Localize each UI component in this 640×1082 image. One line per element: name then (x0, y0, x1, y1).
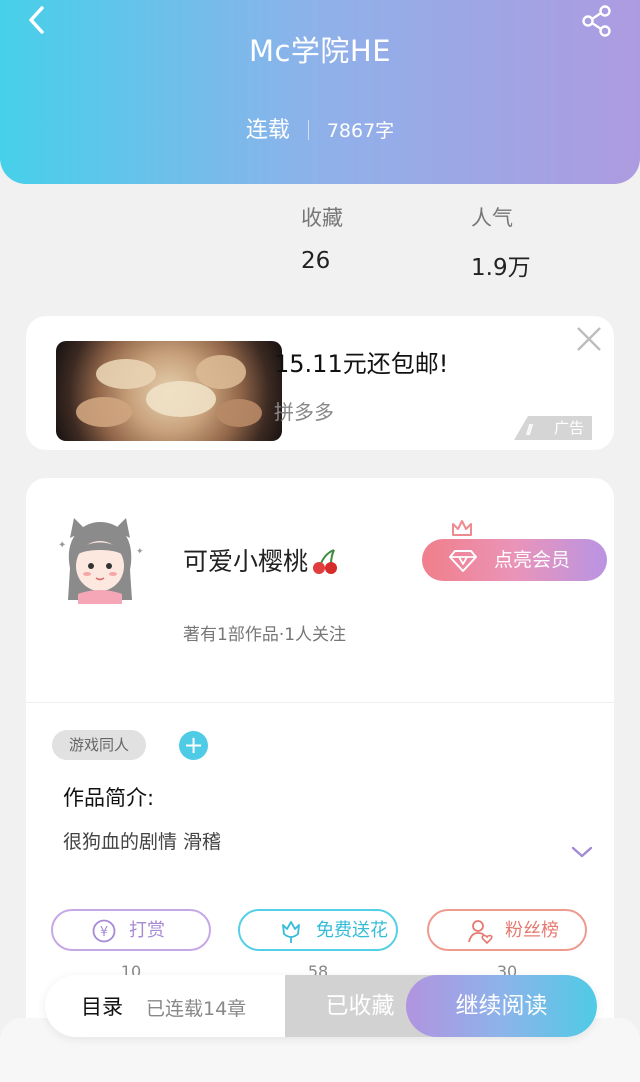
intro-text: 很狗血的剧情 滑稽 (63, 831, 222, 853)
food-piece (196, 355, 246, 389)
ad-logo-icon: /// (526, 423, 533, 438)
fans-ranking-button[interactable]: 粉丝榜 (427, 909, 587, 951)
fans-label: 粉丝榜 (505, 920, 559, 941)
svg-text:✦: ✦ (58, 540, 66, 551)
favorites-label: 收藏 (301, 206, 343, 230)
food-piece (146, 381, 216, 417)
flower-icon (282, 921, 300, 943)
author-name[interactable]: 可爱小樱桃 (183, 542, 340, 578)
add-tag-button[interactable]: + (179, 731, 208, 760)
book-status-row: 连载 7867字 (0, 112, 640, 144)
ad-product-image[interactable] (56, 341, 282, 441)
activate-vip-button[interactable]: 点亮会员 (422, 539, 607, 581)
ad-badge-label: 广告 (553, 419, 584, 437)
yen-coin-icon: ¥ (92, 919, 116, 943)
crown-icon (452, 520, 472, 536)
book-header: Mc学院HE 连载 7867字 (0, 0, 640, 184)
flower-label: 免费送花 (316, 920, 388, 941)
svg-text:✦: ✦ (136, 547, 144, 557)
food-piece (76, 397, 132, 427)
cherry-icon (313, 549, 338, 574)
serial-status: 连载 (245, 118, 290, 143)
ad-card[interactable]: 15.11元还包邮! 拼多多 /// 广告 (26, 316, 614, 450)
send-flower-button[interactable]: 免费送花 (238, 909, 398, 951)
vip-button-label: 点亮会员 (494, 549, 571, 571)
ad-badge: /// 广告 (514, 416, 592, 440)
svg-text:¥: ¥ (100, 925, 108, 940)
chapter-count[interactable]: 已连载14章 (146, 994, 246, 1021)
favorites-stat: 收藏 26 (301, 202, 343, 274)
bottom-action-bar: 目录 已连载14章 已收藏 继续阅读 (45, 975, 597, 1037)
avatar[interactable]: ✦ ✦ (48, 508, 152, 612)
continue-reading-button[interactable]: 继续阅读 (406, 975, 597, 1037)
user-heart-icon (468, 920, 493, 944)
tip-label: 打赏 (129, 920, 165, 941)
popularity-label: 人气 (471, 206, 513, 230)
diamond-icon (449, 550, 477, 572)
food-piece (96, 359, 156, 389)
food-piece (216, 399, 262, 427)
card-divider (26, 702, 614, 703)
book-title: Mc学院HE (248, 34, 392, 68)
tip-button[interactable]: ¥ 打赏 (51, 909, 211, 951)
author-meta: 著有1部作品·1人关注 (183, 625, 347, 645)
status-divider (307, 120, 309, 140)
ad-source: 拼多多 (274, 400, 334, 424)
author-card: ✦ ✦ 可爱小樱桃 著有1部作品·1人关注 点亮会员 游戏同人 + 作品简介: … (26, 478, 614, 1038)
popularity-value: 1.9万 (471, 255, 531, 281)
intro-title: 作品简介: (63, 786, 155, 810)
close-icon[interactable] (572, 322, 606, 356)
word-count: 7867字 (326, 120, 395, 142)
ad-title[interactable]: 15.11元还包邮! (274, 344, 448, 379)
chevron-down-icon[interactable] (570, 842, 594, 862)
popularity-stat: 人气 1.9万 (471, 202, 531, 282)
favorites-value: 26 (301, 248, 331, 274)
genre-tag[interactable]: 游戏同人 (52, 730, 146, 760)
author-name-text: 可爱小樱桃 (183, 547, 309, 576)
table-of-contents-button[interactable]: 目录 (81, 991, 123, 1021)
